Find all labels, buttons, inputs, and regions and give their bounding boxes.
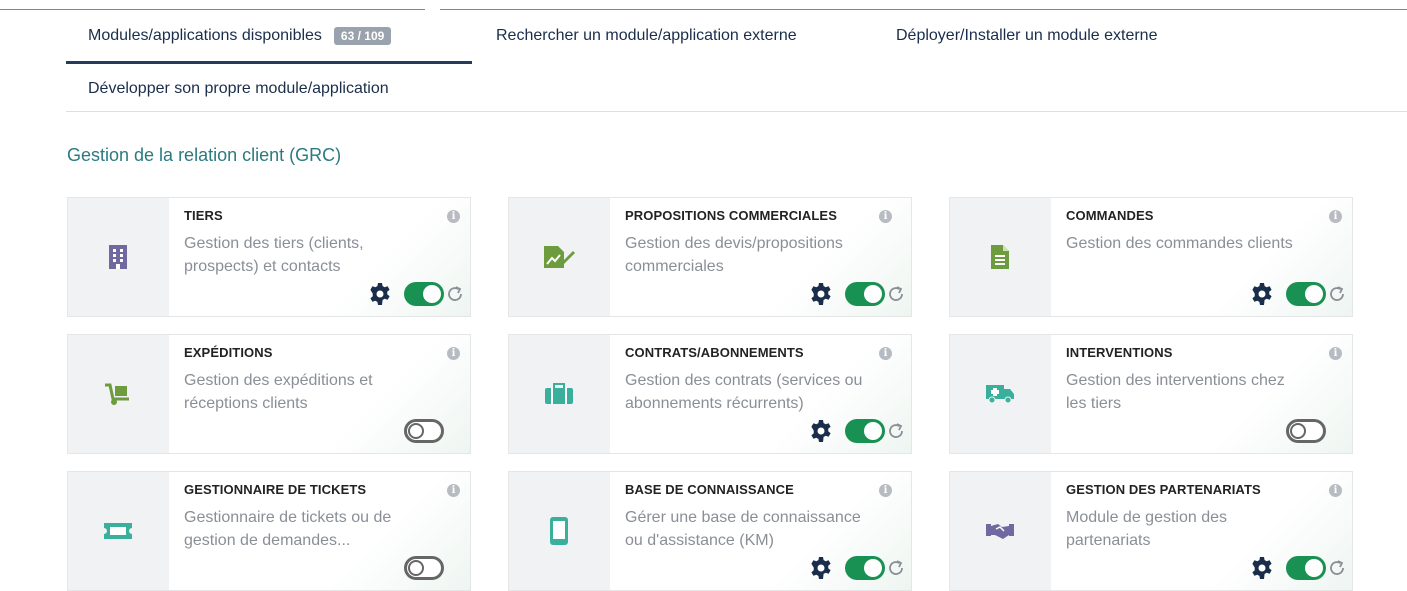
gear-icon[interactable] [1250,556,1274,580]
building-icon [68,198,168,316]
info-icon[interactable]: i [1329,210,1342,223]
module-description: Gestion des commandes clients [1066,235,1293,252]
module-title: COMMANDES [1066,208,1154,223]
module-card: COMMANDES i Gestion des commandes clients [949,197,1353,317]
module-description: Gérer une base de connaissance ou d'assi… [625,509,861,549]
module-card-body: COMMANDES i Gestion des commandes clients [1051,198,1352,316]
module-card: BASE DE CONNAISSANCE i Gérer une base de c… [508,471,912,591]
tab-search-external[interactable]: Rechercher un module/application externe [496,10,797,62]
module-card-body: INTERVENTIONS i Gestion des interventions … [1051,335,1352,453]
module-controls [368,280,464,308]
suitcase-icon [509,335,609,453]
module-description: Gestionnaire de tickets ou de gestion de… [184,509,392,549]
info-icon[interactable]: i [879,210,892,223]
module-card: TIERS i Gestion des tiers (clients, prospe… [67,197,471,317]
module-card: EXPÉDITIONS i Gestion des expéditions et r… [67,334,471,454]
info-icon[interactable]: i [1329,484,1342,497]
info-icon[interactable]: i [879,347,892,360]
module-controls [1250,554,1346,582]
module-title: INTERVENTIONS [1066,345,1173,360]
refresh-icon[interactable] [887,285,905,303]
module-controls [404,554,444,582]
signed-document-icon [509,198,609,316]
module-toggle-on[interactable] [845,282,885,306]
gear-icon[interactable] [368,282,392,306]
dolly-icon [68,335,168,453]
module-controls [809,417,905,445]
refresh-icon[interactable] [1328,559,1346,577]
info-icon[interactable]: i [447,484,460,497]
module-controls [809,554,905,582]
module-toggle-off[interactable] [404,419,444,443]
gear-icon[interactable] [809,556,833,580]
module-title: PROPOSITIONS COMMERCIALES [625,208,837,223]
module-toggle-on[interactable] [845,556,885,580]
module-controls [1250,280,1346,308]
ticket-icon [68,472,168,590]
module-title: GESTION DES PARTENARIATS [1066,482,1261,497]
module-title: TIERS [184,208,223,223]
tab-bar-second-row: Développer son propre module/application [66,63,1407,115]
tab-develop-own[interactable]: Développer son propre module/application [88,63,389,115]
ambulance-icon [950,335,1050,453]
module-title: EXPÉDITIONS [184,345,273,360]
tab-deploy-external[interactable]: Déployer/Installer un module externe [896,10,1157,62]
info-icon[interactable]: i [1329,347,1342,360]
module-card: GESTIONNAIRE DE TICKETS i Gestionnaire de … [67,471,471,591]
refresh-icon[interactable] [446,285,464,303]
handshake-icon [950,472,1050,590]
section-title: Gestion de la relation client (GRC) [67,145,342,165]
module-title: GESTIONNAIRE DE TICKETS [184,482,367,497]
module-controls [809,280,905,308]
module-controls [404,417,444,445]
module-card: CONTRATS/ABONNEMENTS i Gestion des contrat… [508,334,912,454]
module-description: Gestion des expéditions et réceptions cl… [184,372,373,412]
info-icon[interactable]: i [879,484,892,497]
tab-bar: Modules/applications disponibles 63 / 10… [66,10,1407,64]
module-toggle-on[interactable] [404,282,444,306]
module-card-body: BASE DE CONNAISSANCE i Gérer une base de c… [610,472,911,590]
module-title: BASE DE CONNAISSANCE [625,482,794,497]
module-description: Module de gestion des partenariats [1066,509,1227,549]
tab-label: Modules/applications disponibles [88,27,322,44]
gear-icon[interactable] [809,419,833,443]
module-card: PROPOSITIONS COMMERCIALES i Gestion des de… [508,197,912,317]
module-card-body: PROPOSITIONS COMMERCIALES i Gestion des de… [610,198,911,316]
module-toggle-off[interactable] [1286,419,1326,443]
refresh-icon[interactable] [887,559,905,577]
gear-icon[interactable] [1250,282,1274,306]
tab-available-modules[interactable]: Modules/applications disponibles 63 / 10… [66,10,472,64]
module-card-body: GESTIONNAIRE DE TICKETS i Gestionnaire de … [169,472,470,590]
module-card-body: GESTION DES PARTENARIATS i Module de gesti… [1051,472,1352,590]
info-icon[interactable]: i [447,347,460,360]
module-toggle-on[interactable] [1286,556,1326,580]
module-controls [1286,417,1326,445]
module-toggle-on[interactable] [1286,282,1326,306]
module-description: Gestion des devis/propositions commercia… [625,235,843,275]
module-card: GESTION DES PARTENARIATS i Module de gesti… [949,471,1353,591]
tab-label: Rechercher un module/application externe [496,27,797,44]
tabs-divider [66,111,1407,112]
module-card-body: EXPÉDITIONS i Gestion des expéditions et r… [169,335,470,453]
order-document-icon [950,198,1050,316]
module-description: Gestion des tiers (clients, prospects) e… [184,235,364,275]
tab-label: Développer son propre module/application [88,80,389,97]
module-card: INTERVENTIONS i Gestion des interventions … [949,334,1353,454]
module-description: Gestion des contrats (services ou abonne… [625,372,863,412]
gear-icon[interactable] [809,282,833,306]
mobile-icon [509,472,609,590]
info-icon[interactable]: i [447,210,460,223]
tab-label: Déployer/Installer un module externe [896,27,1158,44]
refresh-icon[interactable] [1328,285,1346,303]
module-toggle-on[interactable] [845,419,885,443]
module-count-badge: 63 / 109 [333,27,392,45]
module-toggle-off[interactable] [404,556,444,580]
module-card-body: CONTRATS/ABONNEMENTS i Gestion des contrat… [610,335,911,453]
module-description: Gestion des interventions chez les tiers [1066,372,1285,412]
module-title: CONTRATS/ABONNEMENTS [625,345,804,360]
refresh-icon[interactable] [887,422,905,440]
module-card-body: TIERS i Gestion des tiers (clients, prospe… [169,198,470,316]
